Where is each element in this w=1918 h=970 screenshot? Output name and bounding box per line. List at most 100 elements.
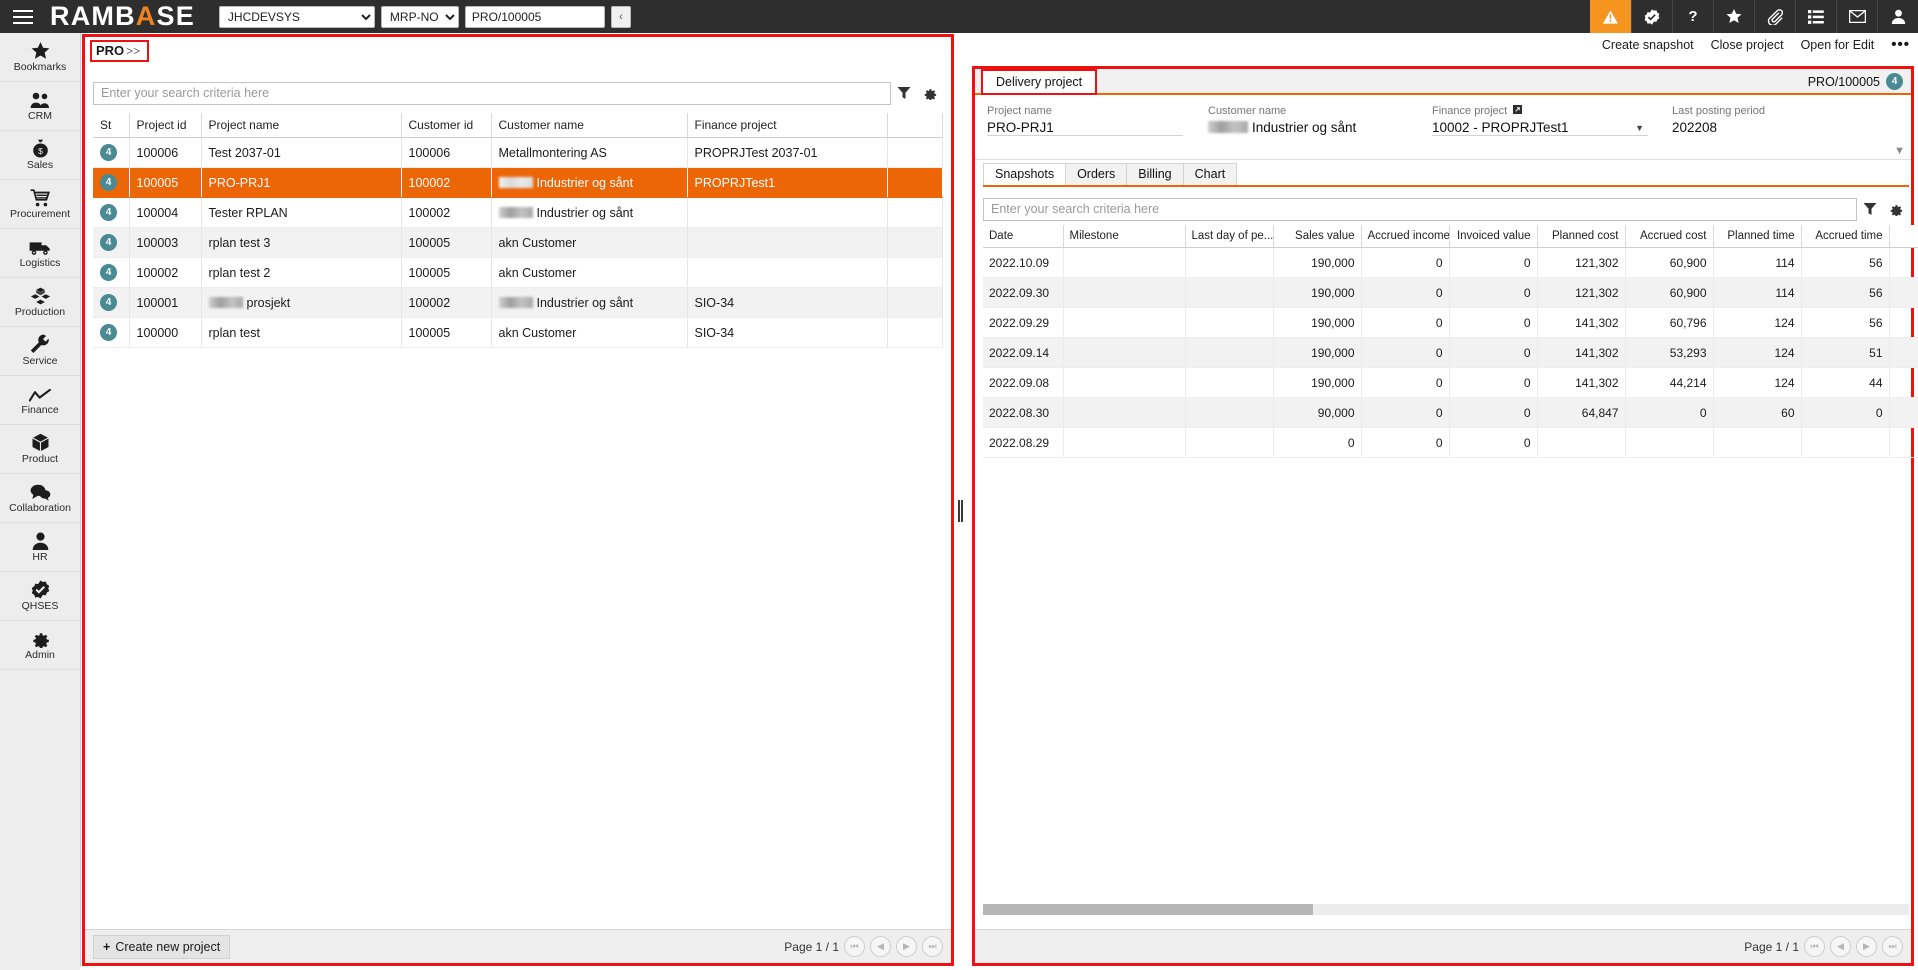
sidebar-item-bookmarks[interactable]: Bookmarks (0, 33, 80, 82)
sidebar-item-qhses[interactable]: QHSES (0, 572, 80, 621)
snapshot-search-input[interactable] (983, 198, 1857, 221)
invoiced-value-cell: 0 (1449, 338, 1537, 368)
filter-icon[interactable] (891, 80, 917, 106)
tab-delivery-project[interactable]: Delivery project (981, 69, 1097, 95)
alert-icon[interactable] (1590, 0, 1631, 33)
column-header-finance-project[interactable]: Finance project (687, 113, 887, 138)
document-reference-input[interactable] (465, 6, 605, 28)
create-new-project-button[interactable]: + Create new project (93, 935, 230, 959)
column-header-project-name[interactable]: Project name (201, 113, 401, 138)
mail-icon[interactable] (1836, 0, 1877, 33)
column-header-invoiced-value[interactable]: Invoiced value (1449, 225, 1537, 248)
truck-icon (29, 237, 51, 256)
more-actions-icon[interactable]: ••• (1891, 36, 1910, 53)
column-header-accrued-cost[interactable]: Accrued cost (1625, 225, 1713, 248)
breadcrumb[interactable]: PRO>> (90, 40, 149, 62)
sidebar-item-service[interactable]: Service (0, 327, 80, 376)
table-row[interactable]: 4100006Test 2037-01100006Metallmontering… (93, 138, 943, 168)
last-page-button[interactable]: ⏭ (922, 936, 943, 957)
sidebar-item-collaboration[interactable]: Collaboration (0, 474, 80, 523)
tab-billing[interactable]: Billing (1126, 163, 1183, 185)
pla-cell (1889, 278, 1918, 308)
close-project-action[interactable]: Close project (1711, 38, 1784, 52)
table-row[interactable]: 2022.08.29000 (983, 428, 1918, 458)
table-row[interactable]: 4100005PRO-PRJ1100002Industrier og såntP… (93, 168, 943, 198)
table-row[interactable]: 2022.09.14190,00000141,30253,29312451 (983, 338, 1918, 368)
filter-icon[interactable] (1857, 196, 1883, 222)
field-finance-project-value[interactable]: 10002 - PROPRJTest1 ▼ (1432, 120, 1648, 136)
menu-hamburger-button[interactable] (0, 0, 46, 33)
external-link-icon[interactable] (1513, 105, 1522, 117)
last-page-button[interactable]: ⏭ (1882, 936, 1903, 957)
table-row[interactable]: 2022.08.3090,0000064,8470600 (983, 398, 1918, 428)
tab-snapshots[interactable]: Snapshots (983, 163, 1066, 185)
column-header-sales-value[interactable]: Sales value (1273, 225, 1361, 248)
planned-time-cell: 124 (1713, 308, 1801, 338)
tasklist-icon[interactable] (1795, 0, 1836, 33)
sidebar-item-sales[interactable]: $Sales (0, 131, 80, 180)
spacer-cell (887, 228, 943, 258)
project-search-row (85, 77, 951, 109)
column-header-milestone[interactable]: Milestone (1063, 225, 1185, 248)
sidebar-item-logistics[interactable]: Logistics (0, 229, 80, 278)
column-header-accrued-income[interactable]: Accrued income (1361, 225, 1449, 248)
sidebar-item-production[interactable]: Production (0, 278, 80, 327)
table-row[interactable]: 2022.10.09190,00000121,30260,90011456 (983, 248, 1918, 278)
column-header-customer-id[interactable]: Customer id (401, 113, 491, 138)
gear-icon[interactable] (1883, 196, 1909, 222)
company-select[interactable]: JHCDEVSYS (219, 6, 375, 28)
mrp-select[interactable]: MRP-NO (381, 6, 459, 28)
sidebar-item-finance[interactable]: Finance (0, 376, 80, 425)
horizontal-scrollbar[interactable] (983, 904, 1909, 915)
user-icon[interactable] (1877, 0, 1918, 33)
project-id-cell: 100001 (129, 288, 201, 318)
column-header-date[interactable]: Date (983, 225, 1063, 248)
scrollbar-thumb[interactable] (983, 904, 1313, 915)
column-header-st[interactable]: St (93, 113, 129, 138)
collapse-header-icon[interactable]: ▼ (1894, 145, 1905, 157)
table-row[interactable]: 4100004Tester RPLAN100002Industrier og s… (93, 198, 943, 228)
sidebar-item-admin[interactable]: Admin (0, 621, 80, 670)
table-row[interactable]: 4100000rplan test100005akn CustomerSIO-3… (93, 318, 943, 348)
column-header-customer-name[interactable]: Customer name (491, 113, 687, 138)
column-header-last-day-of-pe[interactable]: Last day of pe... (1185, 225, 1273, 248)
column-header-pla[interactable]: Pla (1889, 225, 1918, 248)
sidebar-item-crm[interactable]: CRM (0, 82, 80, 131)
table-row[interactable]: 4100002rplan test 2100005akn Customer (93, 258, 943, 288)
table-row[interactable]: 2022.09.30190,00000121,30260,90011456 (983, 278, 1918, 308)
table-row[interactable]: 4100003rplan test 3100005akn Customer (93, 228, 943, 258)
create-snapshot-action[interactable]: Create snapshot (1602, 38, 1694, 52)
prev-page-button[interactable]: ◀ (870, 936, 891, 957)
column-header-project-id[interactable]: Project id (129, 113, 201, 138)
sidebar-item-product[interactable]: Product (0, 425, 80, 474)
search-input[interactable] (93, 82, 891, 105)
help-icon[interactable]: ? (1672, 0, 1713, 33)
chevron-down-icon[interactable]: ▼ (1635, 123, 1644, 133)
sidebar-item-hr[interactable]: HR (0, 523, 80, 572)
column-header-accrued-time[interactable]: Accrued time (1801, 225, 1889, 248)
planned-cost-cell: 121,302 (1537, 248, 1625, 278)
date-cell: 2022.10.09 (983, 248, 1063, 278)
gear-icon[interactable] (917, 80, 943, 106)
sidebar-item-procurement[interactable]: Procurement (0, 180, 80, 229)
collapse-left-button[interactable]: ‹ (611, 6, 631, 28)
tab-chart[interactable]: Chart (1183, 163, 1238, 185)
first-page-button[interactable]: ⏮ (844, 936, 865, 957)
next-page-button[interactable]: ▶ (1856, 936, 1877, 957)
table-row[interactable]: 2022.09.29190,00000141,30260,79612456 (983, 308, 1918, 338)
prev-page-button[interactable]: ◀ (1830, 936, 1851, 957)
next-page-button[interactable]: ▶ (896, 936, 917, 957)
column-header-planned-cost[interactable]: Planned cost (1537, 225, 1625, 248)
column-header-spacer[interactable] (887, 113, 943, 138)
first-page-button[interactable]: ⏮ (1804, 936, 1825, 957)
table-row[interactable]: 4100001prosjekt100002Industrier og såntS… (93, 288, 943, 318)
attachment-icon[interactable] (1754, 0, 1795, 33)
favorites-star-icon[interactable] (1713, 0, 1754, 33)
table-row[interactable]: 2022.09.08190,00000141,30244,21412444 (983, 368, 1918, 398)
open-for-edit-action[interactable]: Open for Edit (1801, 38, 1875, 52)
column-header-planned-time[interactable]: Planned time (1713, 225, 1801, 248)
panel-splitter-handle[interactable] (957, 500, 963, 522)
qhses-check-icon[interactable] (1631, 0, 1672, 33)
tab-orders[interactable]: Orders (1065, 163, 1127, 185)
planned-cost-cell: 141,302 (1537, 368, 1625, 398)
